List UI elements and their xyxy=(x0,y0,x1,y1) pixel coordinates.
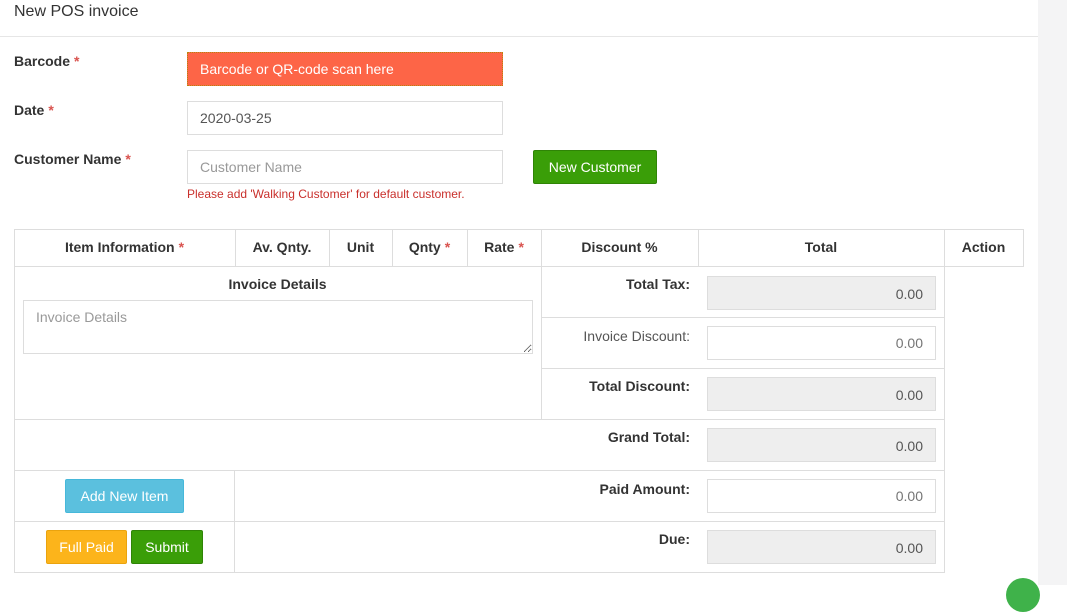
th-action: Action xyxy=(961,239,1006,255)
th-quantity: Qnty * xyxy=(392,229,467,266)
th-rate: Rate * xyxy=(467,229,541,266)
grand-total-field: 0.00 xyxy=(707,428,936,462)
required-mark: * xyxy=(178,239,185,255)
invoice-discount-input[interactable] xyxy=(707,326,936,360)
th-available-quantity: Av. Qnty. xyxy=(252,239,312,255)
th-total: Total xyxy=(804,239,838,255)
total-tax-label: Total Tax: xyxy=(625,276,690,292)
row-divider xyxy=(14,419,945,420)
floating-action-icon[interactable] xyxy=(1006,578,1040,612)
invoice-details-label: Invoice Details xyxy=(228,276,327,292)
total-tax-field: 0.00 xyxy=(707,276,936,310)
th-text: Qnty xyxy=(408,239,441,255)
title-divider xyxy=(0,36,1038,37)
date-input[interactable] xyxy=(187,101,503,135)
total-discount-label: Total Discount: xyxy=(589,378,690,394)
customer-name-label-text: Customer Name xyxy=(14,151,122,167)
row-divider xyxy=(541,368,945,369)
date-label-text: Date xyxy=(14,102,45,118)
barcode-label-text: Barcode xyxy=(14,53,71,69)
required-mark: * xyxy=(48,102,54,118)
row-divider xyxy=(541,317,945,318)
required-mark: * xyxy=(125,151,131,167)
customer-name-label: Customer Name * xyxy=(14,151,131,167)
th-text: Item Information xyxy=(64,239,175,255)
col-divider xyxy=(234,470,235,573)
due-label: Due: xyxy=(658,531,690,547)
required-mark: * xyxy=(518,239,524,255)
paid-amount-label: Paid Amount: xyxy=(599,481,690,497)
add-new-item-button[interactable]: Add New Item xyxy=(65,479,184,513)
th-unit: Unit xyxy=(346,239,375,255)
th-text: Rate xyxy=(484,239,515,255)
full-paid-button[interactable]: Full Paid xyxy=(46,530,127,564)
required-mark: * xyxy=(444,239,451,255)
required-mark: * xyxy=(74,53,80,69)
customer-name-input[interactable] xyxy=(187,150,503,184)
date-label: Date * xyxy=(14,102,54,118)
submit-button[interactable]: Submit xyxy=(131,530,203,564)
th-item-information: Item Information * xyxy=(14,229,235,266)
grand-total-label: Grand Total: xyxy=(607,429,690,445)
customer-hint: Please add 'Walking Customer' for defaul… xyxy=(187,187,465,201)
barcode-input[interactable] xyxy=(187,52,503,86)
invoice-discount-label: Invoice Discount: xyxy=(583,328,690,344)
new-customer-button[interactable]: New Customer xyxy=(533,150,657,184)
due-field: 0.00 xyxy=(707,530,936,564)
th-discount-percent: Discount % xyxy=(581,239,658,255)
row-divider xyxy=(14,521,945,522)
barcode-label: Barcode * xyxy=(14,53,79,69)
invoice-details-textarea[interactable] xyxy=(23,300,533,354)
page-right-gutter xyxy=(1038,0,1067,585)
total-discount-field: 0.00 xyxy=(707,377,936,411)
paid-amount-input[interactable] xyxy=(707,479,936,513)
row-divider xyxy=(14,470,945,471)
panel-title: New POS invoice xyxy=(14,3,139,20)
